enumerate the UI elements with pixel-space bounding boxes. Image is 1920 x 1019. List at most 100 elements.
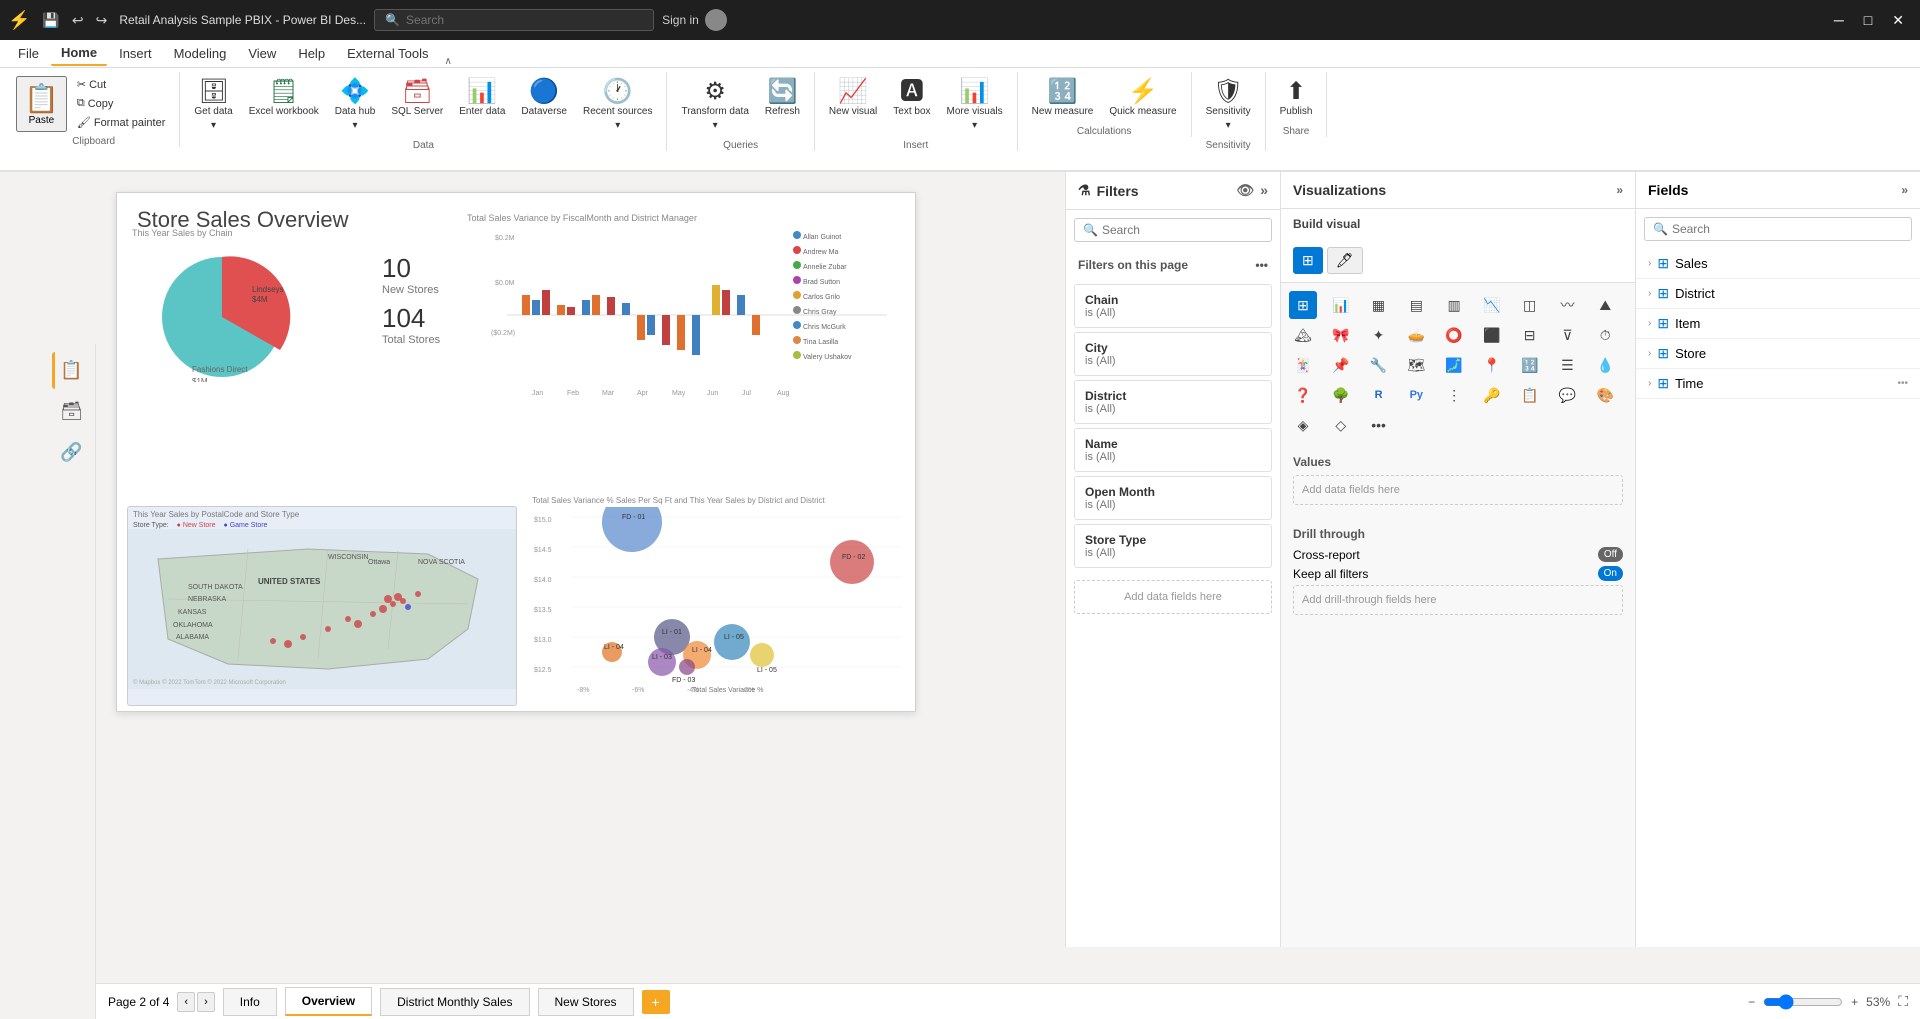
viz-area-icon[interactable]: ⛰ xyxy=(1591,291,1619,319)
menu-insert[interactable]: Insert xyxy=(109,42,162,65)
publish-button[interactable]: ⬆ Publish xyxy=(1274,76,1319,122)
get-data-button[interactable]: 🗄 Get data▾ xyxy=(188,76,238,136)
sign-in-label[interactable]: Sign in xyxy=(662,13,699,27)
menu-view[interactable]: View xyxy=(238,42,286,65)
viz-filled-map-icon[interactable]: 🗾 xyxy=(1440,351,1468,379)
viz-custom2-icon[interactable]: ◈ xyxy=(1289,411,1317,439)
add-tab-button[interactable]: + xyxy=(642,990,670,1014)
quick-measure-button[interactable]: ⚡ Quick measure xyxy=(1103,76,1182,122)
viz-matrix-icon[interactable]: ⊟ xyxy=(1516,321,1544,349)
field-item-sales[interactable]: › ⊞ Sales xyxy=(1636,249,1920,279)
paste-button[interactable]: 📋 Paste xyxy=(16,76,67,132)
menu-modeling[interactable]: Modeling xyxy=(164,42,237,65)
nav-report-icon[interactable]: 📋 xyxy=(52,352,90,389)
redo-icon[interactable]: ↪ xyxy=(92,10,112,31)
filter-card-city[interactable]: City is (All) xyxy=(1074,332,1272,376)
viz-stacked-area-icon[interactable]: 🏔 xyxy=(1289,321,1317,349)
filter-card-district[interactable]: District is (All) xyxy=(1074,380,1272,424)
viz-table-icon[interactable]: ⊞ xyxy=(1289,291,1317,319)
fields-search-input[interactable] xyxy=(1672,222,1903,236)
recent-sources-button[interactable]: 🕐 Recent sources▾ xyxy=(577,76,658,136)
menu-home[interactable]: Home xyxy=(51,41,107,66)
tab-overview[interactable]: Overview xyxy=(285,987,372,1016)
field-item-district[interactable]: › ⊞ District xyxy=(1636,279,1920,309)
sql-server-button[interactable]: 🗃 SQL Server xyxy=(385,76,449,122)
nav-model-icon[interactable]: 🔗 xyxy=(52,434,90,471)
menu-external-tools[interactable]: External Tools xyxy=(337,42,438,65)
filter-card-chain[interactable]: Chain is (All) xyxy=(1074,284,1272,328)
viz-line-icon[interactable]: 〰 xyxy=(1553,291,1581,319)
viz-map-icon[interactable]: 🗺 xyxy=(1402,351,1430,379)
new-measure-button[interactable]: 🔢 New measure xyxy=(1026,76,1100,122)
viz-stacked-bar2-icon[interactable]: ◫ xyxy=(1516,291,1544,319)
tab-district-monthly-sales[interactable]: District Monthly Sales xyxy=(380,988,529,1016)
viz-stacked-bar-icon[interactable]: ▦ xyxy=(1365,291,1393,319)
viz-card-icon[interactable]: 🃏 xyxy=(1289,351,1317,379)
data-hub-button[interactable]: 💠 Data hub▾ xyxy=(329,76,382,136)
map-container[interactable]: This Year Sales by PostalCode and Store … xyxy=(127,506,517,706)
excel-workbook-button[interactable]: 🗒 Excel workbook xyxy=(243,76,325,122)
transform-data-button[interactable]: ⚙ Transform data▾ xyxy=(675,76,754,136)
keep-filters-toggle[interactable]: On xyxy=(1598,566,1623,581)
viz-gauge-icon[interactable]: ⏱ xyxy=(1591,321,1619,349)
text-box-button[interactable]: 🅰 Text box xyxy=(887,76,936,122)
close-button[interactable]: ✕ xyxy=(1884,8,1912,33)
field-item-item[interactable]: › ⊞ Item xyxy=(1636,309,1920,339)
viz-treemap-icon[interactable]: ⬛ xyxy=(1478,321,1506,349)
viz-slicer-icon[interactable]: 🔧 xyxy=(1365,351,1393,379)
viz-waterfall-icon[interactable]: 💧 xyxy=(1591,351,1619,379)
undo-icon[interactable]: ↩ xyxy=(68,10,88,31)
viz-azure-map-icon[interactable]: 📍 xyxy=(1478,351,1506,379)
viz-line-bar-icon[interactable]: 📉 xyxy=(1478,291,1506,319)
maximize-button[interactable]: □ xyxy=(1856,8,1880,33)
viz-bar-icon[interactable]: 📊 xyxy=(1327,291,1355,319)
dataverse-button[interactable]: 🔵 Dataverse xyxy=(515,76,573,122)
new-visual-button[interactable]: 📈 New visual xyxy=(823,76,883,122)
viz-more-icon[interactable]: ••• xyxy=(1365,411,1393,439)
viz-100pct-bar-icon[interactable]: ▥ xyxy=(1440,291,1468,319)
refresh-button[interactable]: 🔄 Refresh xyxy=(759,76,806,122)
filters-more-icon[interactable]: ••• xyxy=(1255,258,1268,272)
viz-kpi-icon[interactable]: 📌 xyxy=(1327,351,1355,379)
enter-data-button[interactable]: 📊 Enter data xyxy=(453,76,511,122)
viz-number-card-icon[interactable]: 🔢 xyxy=(1516,351,1544,379)
tab-new-stores[interactable]: New Stores xyxy=(538,988,634,1016)
viz-clustered-bar-icon[interactable]: ▤ xyxy=(1402,291,1430,319)
viz-decomp-icon[interactable]: 🌳 xyxy=(1327,381,1355,409)
search-bar[interactable]: 🔍 xyxy=(374,9,654,31)
filter-card-open-month[interactable]: Open Month is (All) xyxy=(1074,476,1272,520)
field-item-store[interactable]: › ⊞ Store xyxy=(1636,339,1920,369)
field-more-icon-time[interactable]: ••• xyxy=(1897,378,1908,389)
filter-search-box[interactable]: 🔍 xyxy=(1074,218,1272,242)
ribbon-expand-icon[interactable]: ∧ xyxy=(440,56,455,67)
next-page-button[interactable]: › xyxy=(197,992,215,1012)
viz-table2-icon[interactable]: 📋 xyxy=(1516,381,1544,409)
filter-card-store-type[interactable]: Store Type is (All) xyxy=(1074,524,1272,568)
sensitivity-button[interactable]: 🛡 Sensitivity▾ xyxy=(1200,76,1257,136)
fields-expand-icon[interactable]: » xyxy=(1901,183,1908,197)
cut-button[interactable]: ✂ Cut xyxy=(71,76,172,93)
viz-multi-row-icon[interactable]: ☰ xyxy=(1553,351,1581,379)
menu-file[interactable]: File xyxy=(8,42,49,65)
format-painter-button[interactable]: 🖌 Format painter xyxy=(71,114,172,131)
zoom-slider[interactable] xyxy=(1763,994,1843,1010)
viz-smart-narrative-icon[interactable]: 💬 xyxy=(1553,381,1581,409)
nav-data-icon[interactable]: 🗃 xyxy=(52,393,91,430)
fields-search-box[interactable]: 🔍 xyxy=(1644,217,1912,241)
bar-chart-container[interactable]: Total Sales Variance by FiscalMonth and … xyxy=(467,213,910,413)
viz-qna-icon[interactable]: ❓ xyxy=(1289,381,1317,409)
copy-button[interactable]: ⧉ Copy xyxy=(71,95,172,112)
more-visuals-button[interactable]: 📊 More visuals▾ xyxy=(941,76,1009,136)
fit-page-icon[interactable]: ⛶ xyxy=(1898,993,1908,1010)
viz-r-icon[interactable]: R xyxy=(1365,381,1393,409)
zoom-in-icon[interactable]: + xyxy=(1851,995,1858,1009)
viz-tab-table[interactable]: ⊞ xyxy=(1293,247,1323,274)
save-icon[interactable]: 💾 xyxy=(38,10,63,31)
zoom-out-icon[interactable]: − xyxy=(1748,995,1755,1009)
viz-pie-icon[interactable]: 🥧 xyxy=(1402,321,1430,349)
tab-info[interactable]: Info xyxy=(223,988,277,1016)
viz-scatter-icon[interactable]: ✦ xyxy=(1365,321,1393,349)
scatter-chart-container[interactable]: Total Sales Variance % Sales Per Sq Ft a… xyxy=(532,496,910,706)
viz-hierarchy-icon[interactable]: ⋮ xyxy=(1440,381,1468,409)
viz-key-influencer-icon[interactable]: 🔑 xyxy=(1478,381,1506,409)
